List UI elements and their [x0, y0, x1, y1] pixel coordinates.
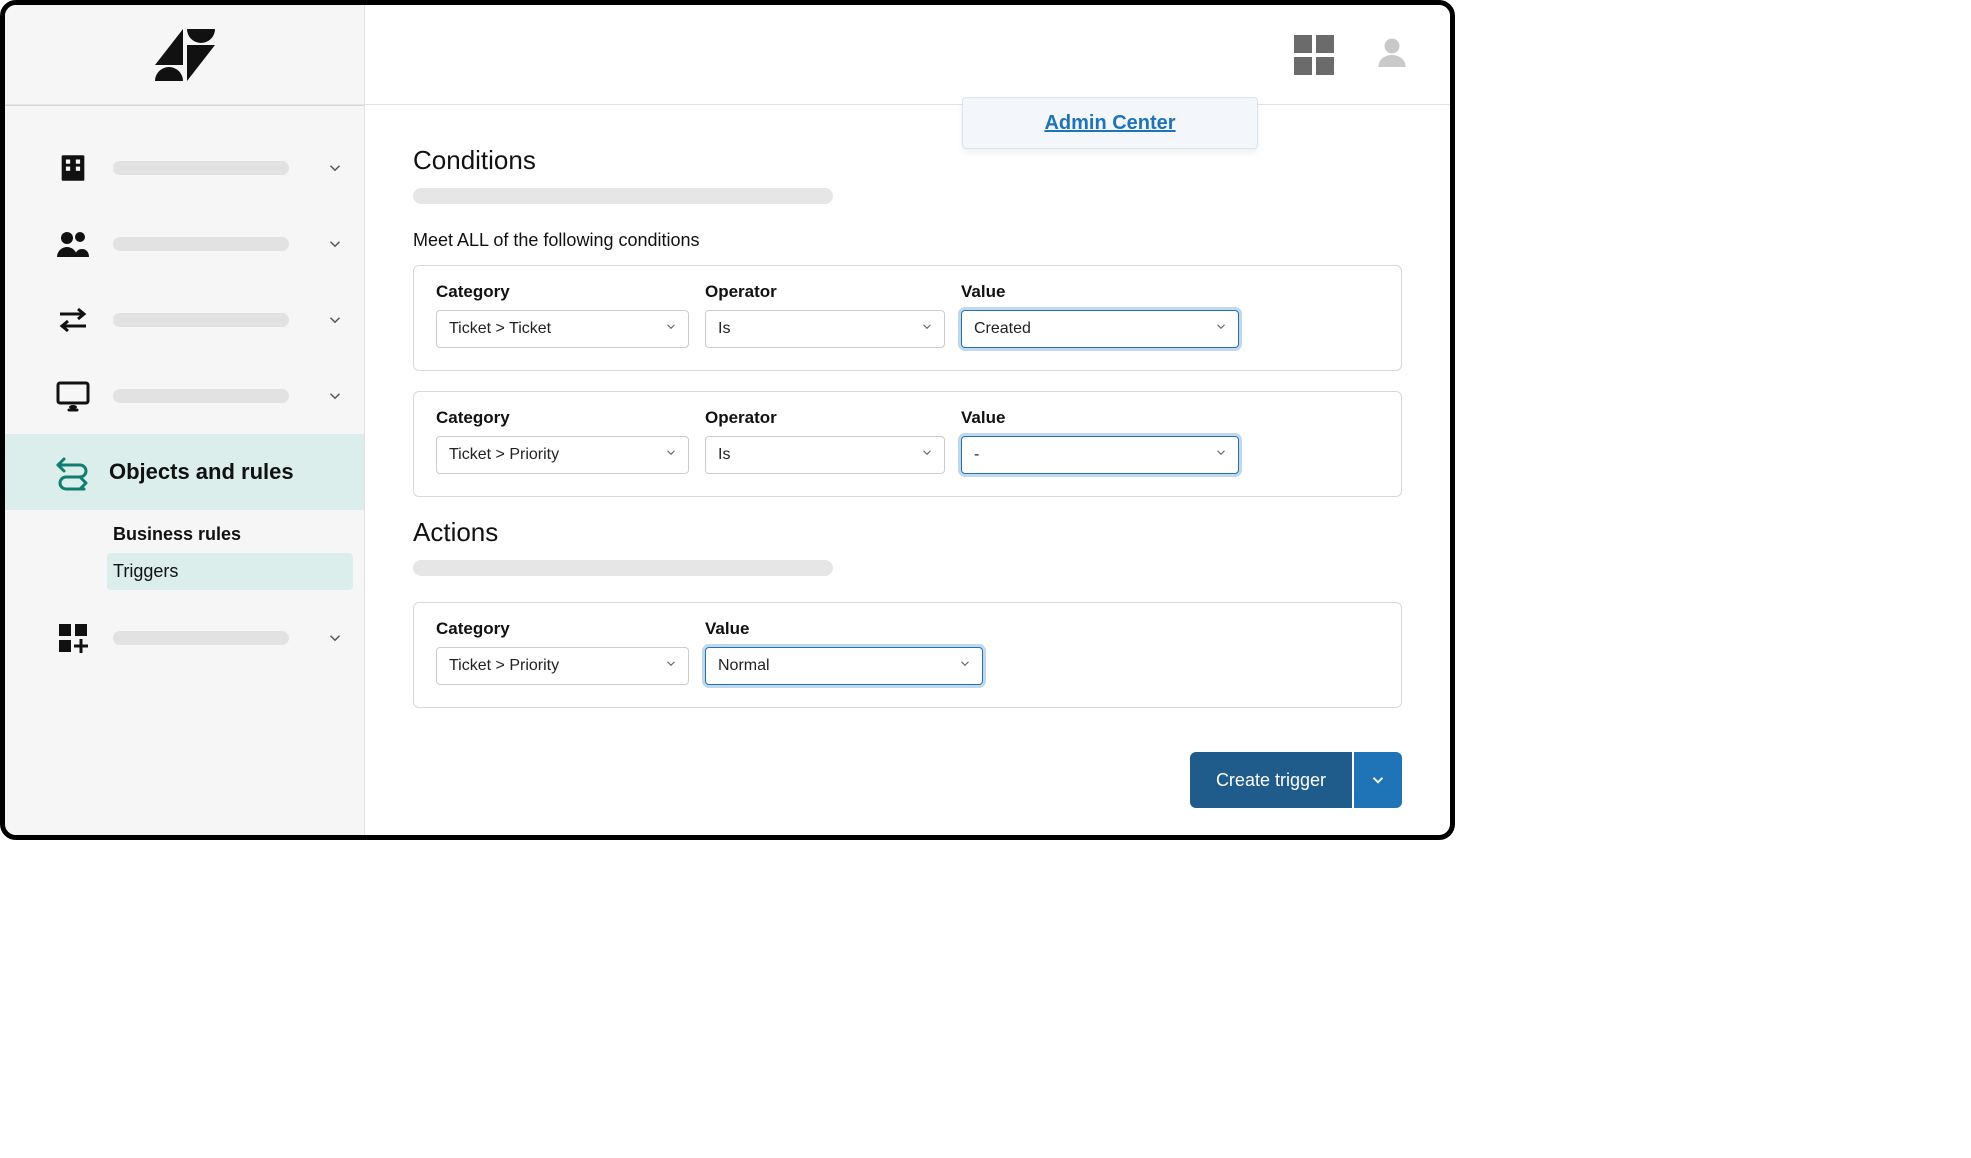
sidebar: Objects and rules Business rules Trigger… [5, 5, 365, 835]
condition-category-select[interactable]: Ticket > Priority [436, 436, 689, 474]
placeholder-bar [113, 237, 289, 251]
sidebar-subheading: Business rules [113, 516, 364, 553]
main-content: Conditions Meet ALL of the following con… [365, 5, 1450, 835]
conditions-title: Conditions [413, 145, 1402, 176]
avatar-icon[interactable] [1374, 34, 1410, 75]
zendesk-logo-icon [153, 29, 217, 81]
action-category-select[interactable]: Ticket > Priority [436, 647, 689, 685]
condition-category-select[interactable]: Ticket > Ticket [436, 310, 689, 348]
sidebar-item-transfer[interactable] [5, 282, 364, 358]
field-label-value: Value [705, 619, 983, 639]
field-label-operator: Operator [705, 408, 945, 428]
chevron-down-icon [324, 157, 346, 179]
condition-row: Category Ticket > Ticket Operator Is Val… [413, 265, 1402, 371]
admin-center-link[interactable]: Admin Center [1044, 112, 1175, 135]
condition-value-select[interactable]: - [961, 436, 1239, 474]
field-label-value: Value [961, 408, 1239, 428]
create-trigger-button[interactable]: Create trigger [1190, 752, 1352, 808]
monitor-icon [53, 376, 93, 416]
field-label-category: Category [436, 408, 689, 428]
chevron-down-icon [324, 233, 346, 255]
logo [5, 5, 364, 105]
sidebar-item-workspaces[interactable] [5, 358, 364, 434]
chevron-down-icon [920, 320, 934, 339]
condition-row: Category Ticket > Priority Operator Is V… [413, 391, 1402, 497]
products-grid-icon[interactable] [1294, 35, 1334, 75]
apps-add-icon [53, 618, 93, 658]
condition-value-select[interactable]: Created [961, 310, 1239, 348]
chevron-down-icon [324, 309, 346, 331]
condition-operator-select[interactable]: Is [705, 436, 945, 474]
chevron-down-icon [324, 627, 346, 649]
field-label-operator: Operator [705, 282, 945, 302]
sidebar-item-label: Objects and rules [109, 459, 294, 485]
transfer-icon [53, 300, 93, 340]
sidebar-item-apps[interactable] [5, 600, 364, 676]
field-label-category: Category [436, 282, 689, 302]
placeholder-bar [113, 161, 289, 175]
chevron-down-icon [664, 657, 678, 676]
flow-icon [53, 452, 93, 492]
action-row: Category Ticket > Priority Value Normal [413, 602, 1402, 708]
chevron-down-icon [324, 385, 346, 407]
sidebar-item-company[interactable] [5, 130, 364, 206]
condition-operator-select[interactable]: Is [705, 310, 945, 348]
placeholder-bar [113, 389, 289, 403]
chevron-down-icon [920, 446, 934, 465]
actions-title: Actions [413, 517, 1402, 548]
people-icon [53, 224, 93, 264]
building-icon [53, 148, 93, 188]
chevron-down-icon [664, 320, 678, 339]
field-label-value: Value [961, 282, 1239, 302]
chevron-down-icon [1214, 446, 1228, 465]
placeholder-bar [113, 313, 289, 327]
create-trigger-dropdown-button[interactable] [1354, 752, 1402, 808]
action-value-select[interactable]: Normal [705, 647, 983, 685]
sidebar-item-people[interactable] [5, 206, 364, 282]
conditions-all-label: Meet ALL of the following conditions [413, 230, 1402, 251]
placeholder-bar [113, 631, 289, 645]
sidebar-item-objects-rules[interactable]: Objects and rules [5, 434, 364, 510]
admin-center-tab[interactable]: Admin Center [962, 97, 1258, 149]
chevron-down-icon [664, 446, 678, 465]
placeholder-bar [413, 188, 833, 204]
field-label-category: Category [436, 619, 689, 639]
chevron-down-icon [1214, 320, 1228, 339]
chevron-down-icon [958, 657, 972, 676]
header [365, 5, 1450, 105]
placeholder-bar [413, 560, 833, 576]
sidebar-subitem-triggers[interactable]: Triggers [107, 553, 353, 590]
